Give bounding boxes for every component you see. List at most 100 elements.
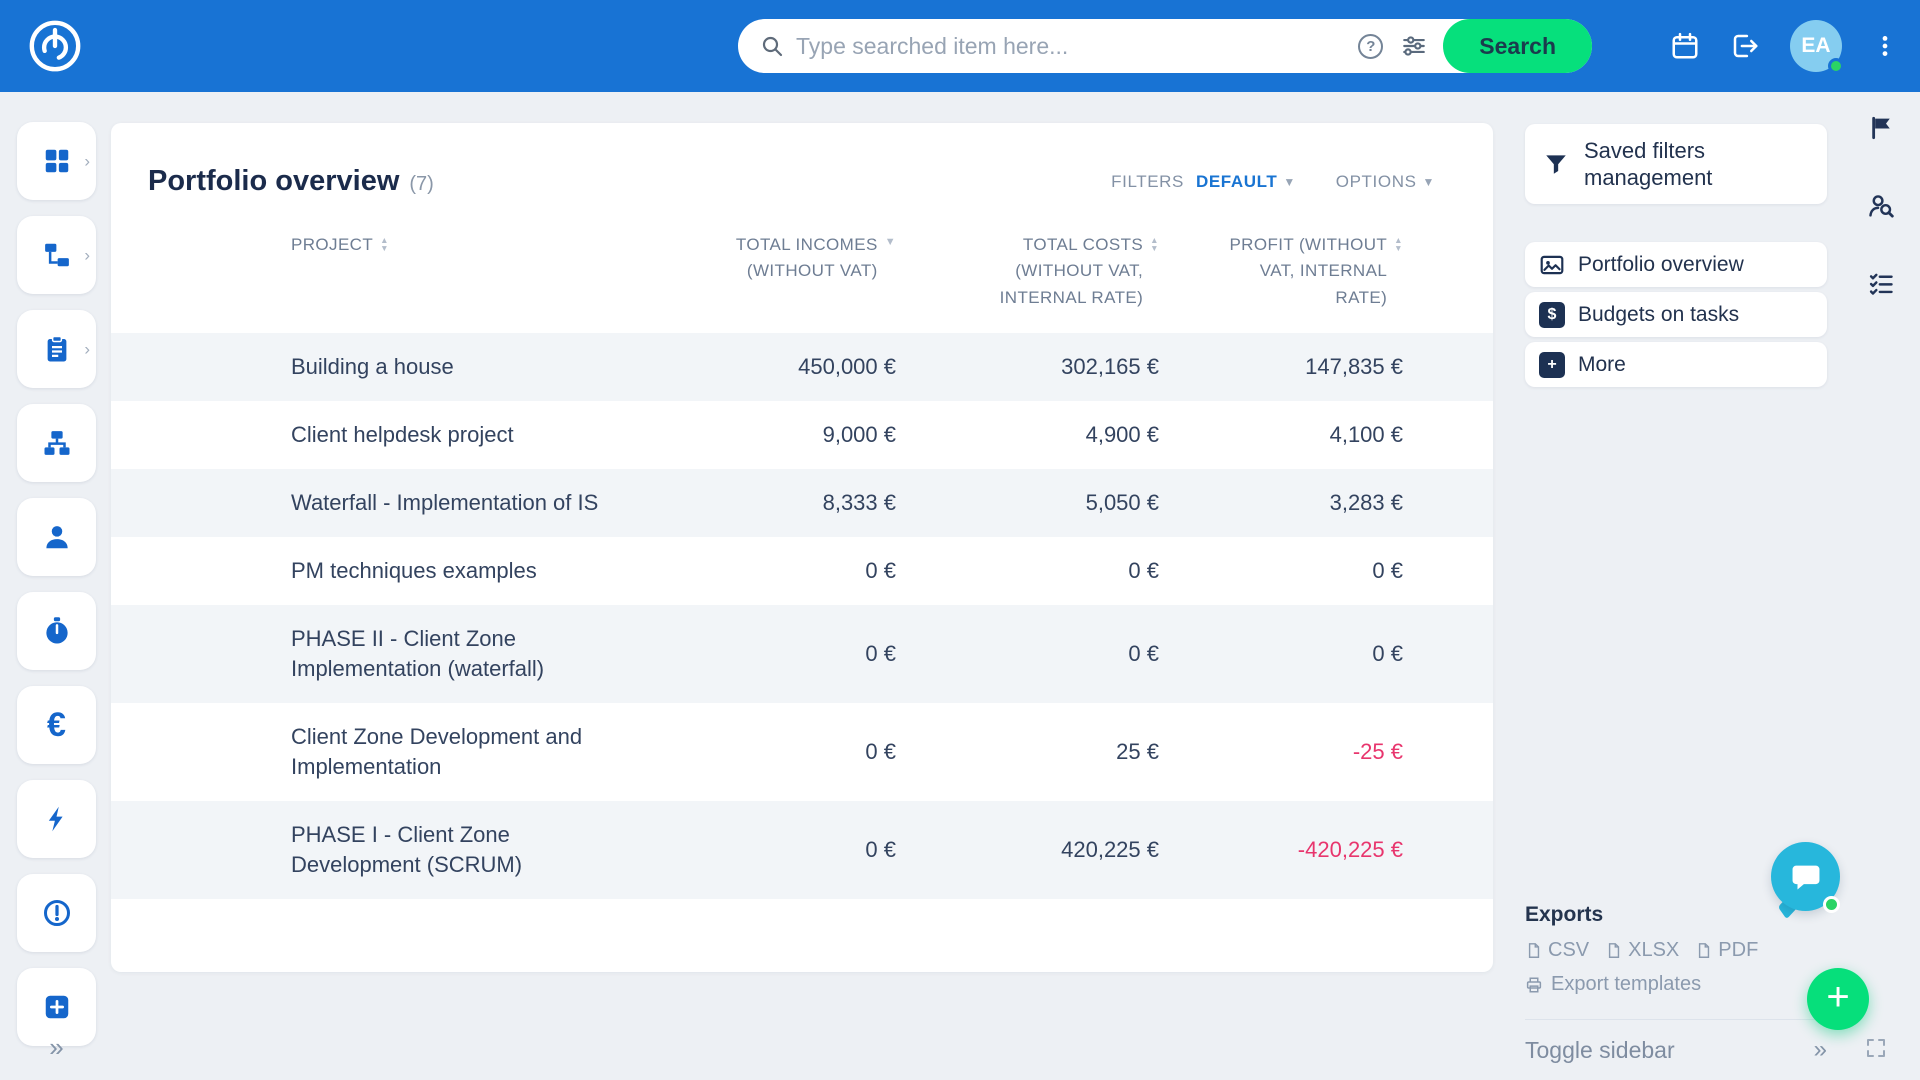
sidebar-item-dashboard[interactable]: ›: [17, 122, 96, 200]
double-chevron-icon: »: [1814, 1036, 1827, 1064]
sidebar-item-agile[interactable]: [17, 780, 96, 858]
export-logout-icon[interactable]: [1730, 31, 1760, 61]
file-icon: [1525, 942, 1542, 959]
exports-section: Exports CSV XLSX PDF Export templates: [1525, 903, 1827, 996]
column-header-total-incomes[interactable]: TOTAL INCOMES (WITHOUT VAT) ▼: [666, 232, 896, 311]
plus-square-icon: [42, 992, 72, 1022]
project-name[interactable]: Waterfall - Implementation of IS: [111, 469, 666, 537]
fullscreen-icon[interactable]: [1864, 1036, 1888, 1060]
user-search-icon[interactable]: [1867, 192, 1895, 220]
total-costs-value: 0 €: [896, 537, 1159, 605]
table-row[interactable]: Waterfall - Implementation of IS8,333 €5…: [111, 469, 1493, 537]
saved-filters-management-button[interactable]: Saved filters management: [1525, 124, 1827, 204]
filters-label: FILTERS: [1111, 172, 1184, 192]
saved-filter-label: Portfolio overview: [1578, 253, 1744, 277]
saved-filter-more[interactable]: + More: [1525, 342, 1827, 387]
profit-value: 147,835 €: [1159, 333, 1403, 401]
project-name[interactable]: PHASE I - Client Zone Development (SCRUM…: [111, 801, 666, 899]
export-csv-link[interactable]: CSV: [1525, 939, 1589, 962]
table-row[interactable]: Building a house450,000 €302,165 €147,83…: [111, 333, 1493, 401]
online-status-dot: [1828, 58, 1844, 74]
expand-sidebar-button[interactable]: »: [17, 1034, 96, 1060]
saved-filter-label: Budgets on tasks: [1578, 303, 1739, 327]
chevron-down-icon: ▼: [1283, 175, 1295, 189]
profit-value: -420,225 €: [1159, 816, 1403, 884]
sidebar-item-projects[interactable]: ›: [17, 216, 96, 294]
column-header-profit[interactable]: PROFIT (WITHOUT VAT, INTERNAL RATE) ▲▼: [1159, 232, 1403, 311]
sidebar-item-wbs[interactable]: [17, 404, 96, 482]
total-incomes-value: 450,000 €: [666, 333, 896, 401]
export-pdf-link[interactable]: PDF: [1695, 939, 1758, 962]
column-header-project[interactable]: PROJECT ▲▼: [111, 232, 666, 311]
sidebar-item-time-tracking[interactable]: [17, 592, 96, 670]
sort-icon[interactable]: ▲▼: [380, 237, 389, 252]
add-new-fab[interactable]: +: [1807, 968, 1869, 1030]
project-name[interactable]: Client Zone Development and Implementati…: [111, 703, 666, 801]
column-label: PROJECT: [291, 232, 373, 258]
export-xlsx-link[interactable]: XLSX: [1605, 939, 1679, 962]
saved-filter-portfolio-overview[interactable]: Portfolio overview: [1525, 242, 1827, 287]
top-bar-actions: EA: [1670, 0, 1898, 92]
chevron-down-icon: ▼: [1423, 175, 1435, 189]
search-icon: [760, 34, 784, 58]
table-row[interactable]: PHASE II - Client Zone Implementation (w…: [111, 605, 1493, 703]
project-name[interactable]: Building a house: [111, 333, 666, 401]
search-button[interactable]: Search: [1443, 19, 1592, 73]
kebab-menu-icon[interactable]: [1872, 33, 1898, 59]
stopwatch-icon: [42, 616, 72, 646]
table-row[interactable]: Client Zone Development and Implementati…: [111, 703, 1493, 801]
column-header-total-costs[interactable]: TOTAL COSTS (WITHOUT VAT, INTERNAL RATE)…: [896, 232, 1159, 311]
options-dropdown[interactable]: OPTIONS ▼: [1336, 172, 1435, 192]
submenu-chevron-icon: ›: [84, 153, 90, 170]
toggle-sidebar-button[interactable]: Toggle sidebar »: [1525, 1019, 1827, 1064]
file-icon: [1695, 942, 1712, 959]
saved-filter-budgets-on-tasks[interactable]: $ Budgets on tasks: [1525, 292, 1827, 337]
sidebar-item-finance[interactable]: €: [17, 686, 96, 764]
clipboard-icon: [42, 334, 72, 364]
project-tree-icon: [42, 240, 72, 270]
sort-icon[interactable]: ▲▼: [1150, 237, 1159, 252]
export-templates-link[interactable]: Export templates: [1525, 973, 1827, 996]
filter-funnel-icon: [1543, 151, 1569, 177]
total-incomes-value: 8,333 €: [666, 469, 896, 537]
column-label: TOTAL INCOMES (WITHOUT VAT): [720, 232, 878, 285]
flag-icon[interactable]: [1867, 114, 1895, 142]
app-logo-icon[interactable]: [26, 17, 84, 75]
sort-icon[interactable]: ▼: [885, 237, 896, 248]
table-row[interactable]: Client helpdesk project9,000 €4,900 €4,1…: [111, 401, 1493, 469]
submenu-chevron-icon: ›: [84, 247, 90, 264]
page-title: Portfolio overview: [148, 165, 399, 198]
total-costs-value: 25 €: [896, 718, 1159, 786]
portfolio-card-icon: [1539, 252, 1565, 278]
sidebar-item-tasks[interactable]: ›: [17, 310, 96, 388]
printer-icon: [1525, 976, 1543, 994]
exports-title: Exports: [1525, 903, 1827, 927]
file-icon: [1605, 942, 1622, 959]
project-name[interactable]: Client helpdesk project: [111, 401, 666, 469]
profit-value: 0 €: [1159, 537, 1403, 605]
plus-square-icon: +: [1539, 352, 1565, 378]
top-bar: ? Search EA: [0, 0, 1920, 92]
calendar-icon[interactable]: [1670, 31, 1700, 61]
project-name[interactable]: PM techniques examples: [111, 537, 666, 605]
sidebar-item-alerts[interactable]: [17, 874, 96, 952]
profit-value: 3,283 €: [1159, 469, 1403, 537]
saved-filters-list: Portfolio overview $ Budgets on tasks + …: [1525, 242, 1827, 387]
global-search-bar: ? Search: [738, 19, 1592, 73]
right-edge-toolbar: [1861, 114, 1901, 298]
left-sidebar: › › ›: [17, 122, 96, 1046]
search-help-icon[interactable]: ?: [1358, 34, 1383, 59]
sort-icon[interactable]: ▲▼: [1394, 237, 1403, 252]
checklist-icon[interactable]: [1867, 270, 1895, 298]
search-filter-tune-icon[interactable]: [1401, 33, 1427, 59]
table-row[interactable]: PM techniques examples0 €0 €0 €: [111, 537, 1493, 605]
table-row[interactable]: PHASE I - Client Zone Development (SCRUM…: [111, 801, 1493, 899]
total-costs-value: 4,900 €: [896, 401, 1159, 469]
search-input[interactable]: [796, 33, 1358, 60]
filters-default-dropdown[interactable]: DEFAULT ▼: [1196, 172, 1296, 192]
chat-support-button[interactable]: [1771, 842, 1840, 911]
sidebar-item-users[interactable]: [17, 498, 96, 576]
user-avatar[interactable]: EA: [1790, 20, 1842, 72]
result-count: (7): [409, 173, 433, 196]
project-name[interactable]: PHASE II - Client Zone Implementation (w…: [111, 605, 666, 703]
